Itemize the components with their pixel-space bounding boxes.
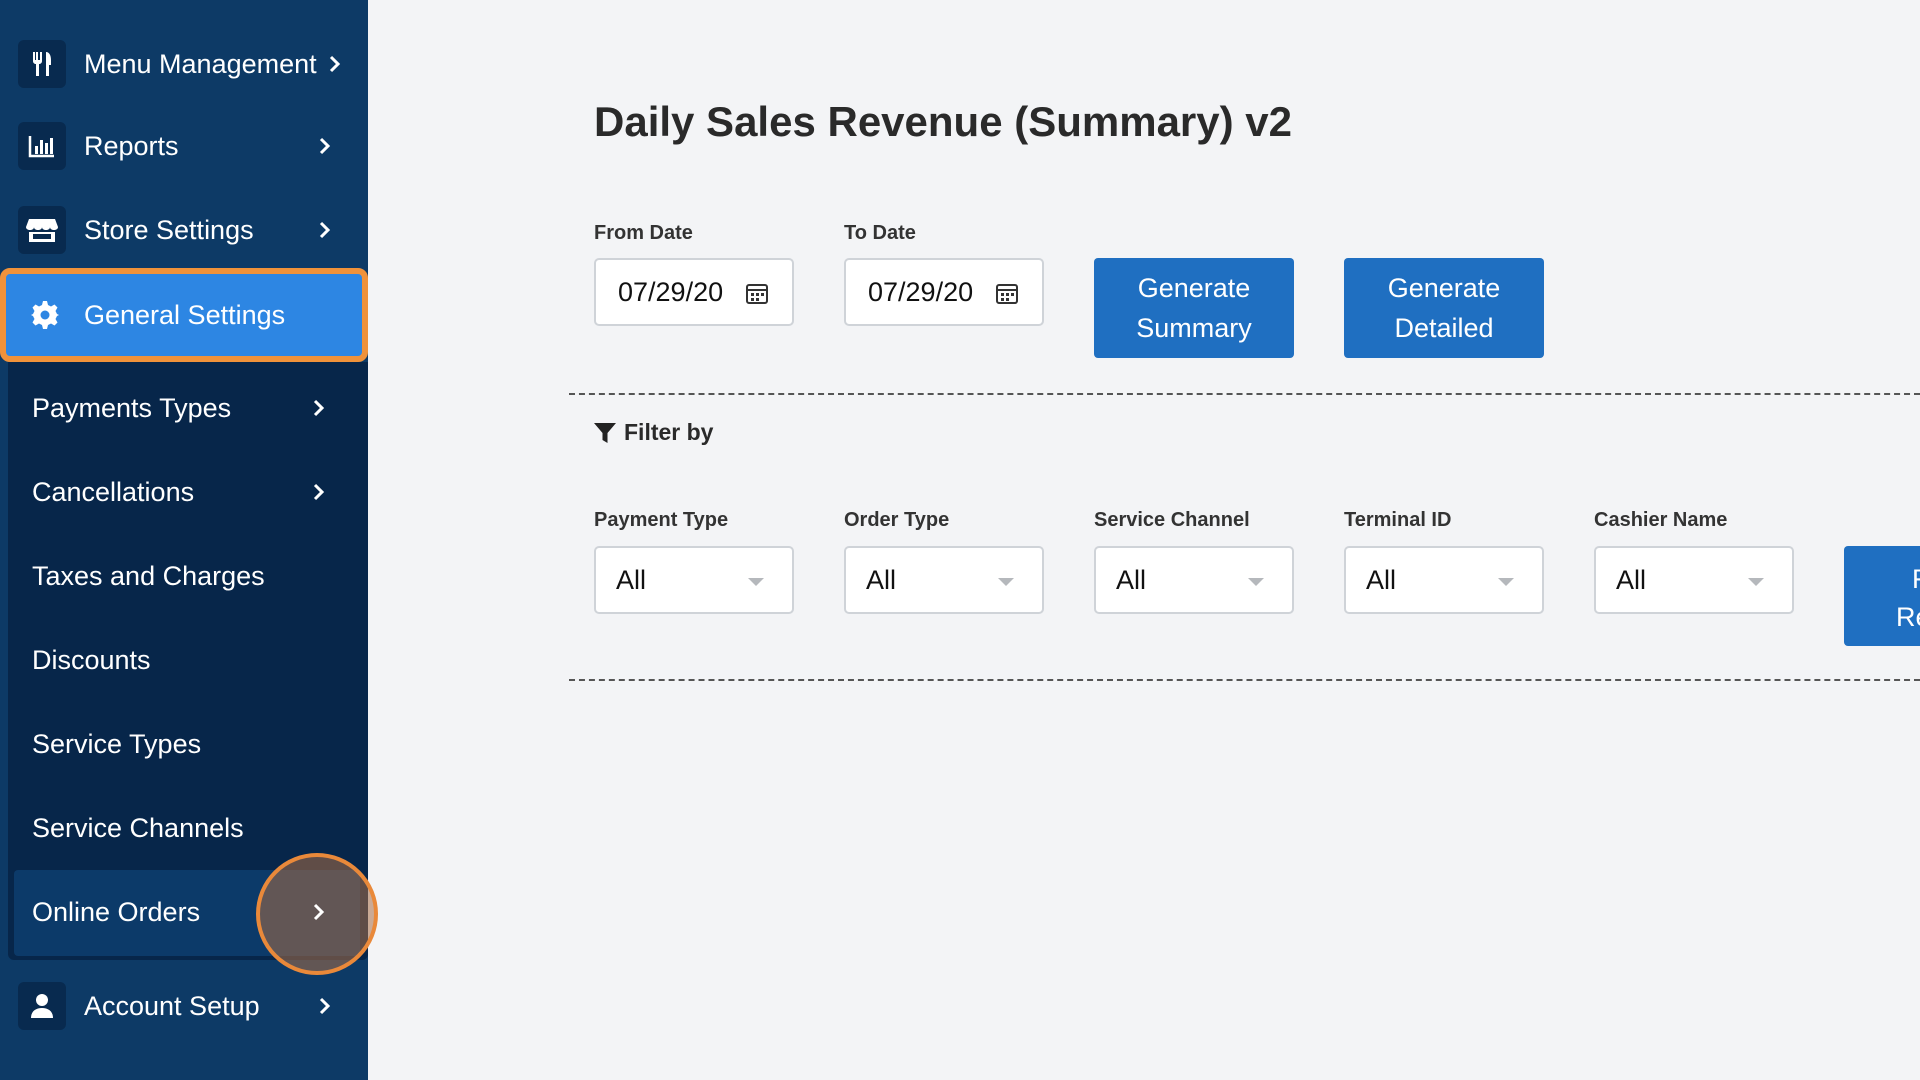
sidebar-subitem-discounts[interactable]: Discounts: [8, 618, 360, 702]
service-channel-value: All: [1116, 564, 1147, 595]
to-date-label: To Date: [844, 222, 916, 244]
bar-chart-icon: [18, 122, 66, 170]
apply-filter-button[interactable]: F Re: [1844, 546, 1920, 646]
generate-detailed-button[interactable]: Generate Detailed: [1344, 258, 1544, 358]
from-date-input[interactable]: 07/29/20: [594, 258, 794, 326]
service-channel-label: Service Channel: [1094, 509, 1250, 531]
cashier-name-value: All: [1616, 564, 1647, 595]
sidebar-subitem-label: Service Channels: [32, 812, 244, 843]
chevron-right-icon: [324, 53, 346, 75]
sidebar-item-account-setup[interactable]: Account Setup: [0, 964, 368, 1048]
chevron-right-icon: [314, 995, 336, 1017]
sidebar-subitem-label: Service Types: [32, 728, 202, 759]
sidebar-subitem-label: Payments Types: [32, 392, 232, 423]
apply-filter-button-line2: Re: [1896, 602, 1920, 632]
dropdown-caret-icon: [1498, 578, 1514, 586]
gear-icon: [30, 300, 60, 335]
service-channel-select[interactable]: All: [1094, 546, 1294, 614]
payment-type-label: Payment Type: [594, 509, 729, 531]
sidebar: Menu Management Reports Store Settings G…: [0, 0, 378, 1080]
to-date-input[interactable]: 07/29/20: [844, 258, 1044, 326]
to-date-value: 07/29/20: [868, 276, 974, 307]
sidebar-subitem-taxes-and-charges[interactable]: Taxes and Charges: [8, 534, 360, 618]
order-type-label: Order Type: [844, 509, 950, 531]
terminal-id-value: All: [1366, 564, 1397, 595]
cashier-name-label: Cashier Name: [1594, 509, 1728, 531]
sidebar-item-label: Menu Management: [84, 48, 317, 79]
filter-icon: [594, 422, 616, 443]
sidebar-item-reports[interactable]: Reports: [0, 104, 368, 188]
sidebar-subitem-service-types[interactable]: Service Types: [8, 702, 360, 786]
sidebar-subitem-label: Discounts: [32, 644, 151, 675]
payment-type-select[interactable]: All: [594, 546, 794, 614]
apply-filter-button-line1: F: [1912, 564, 1920, 595]
dropdown-caret-icon: [1748, 578, 1764, 586]
store-icon: [18, 206, 66, 254]
sidebar-subitem-cancellations[interactable]: Cancellations: [8, 450, 360, 534]
cashier-name-select[interactable]: All: [1594, 546, 1794, 614]
chevron-right-icon: [308, 397, 330, 419]
section-divider: [569, 679, 1920, 681]
from-date-label: From Date: [594, 222, 693, 244]
sidebar-item-label: Reports: [84, 130, 179, 161]
filter-heading: Filter by: [594, 419, 713, 446]
chevron-right-icon: [314, 135, 336, 157]
terminal-id-select[interactable]: All: [1344, 546, 1544, 614]
sidebar-subitem-label: Taxes and Charges: [32, 560, 265, 591]
chevron-right-icon: [308, 481, 330, 503]
dropdown-caret-icon: [748, 578, 764, 586]
calendar-icon[interactable]: [746, 282, 768, 304]
calendar-icon[interactable]: [996, 282, 1018, 304]
order-type-value: All: [866, 564, 897, 595]
sidebar-subitem-payments-types[interactable]: Payments Types: [8, 366, 360, 450]
chevron-right-icon[interactable]: [308, 901, 330, 923]
sidebar-subitem-online-orders[interactable]: Online Orders: [8, 870, 360, 954]
order-type-select[interactable]: All: [844, 546, 1044, 614]
sidebar-subitem-label: Cancellations: [32, 476, 195, 507]
payment-type-value: All: [616, 564, 647, 595]
sidebar-item-label: Account Setup: [84, 990, 260, 1021]
terminal-id-label: Terminal ID: [1344, 509, 1452, 531]
sidebar-subitem-label: Online Orders: [32, 896, 201, 927]
utensils-icon: [18, 40, 66, 88]
from-date-value: 07/29/20: [618, 276, 724, 307]
user-icon: [18, 982, 66, 1030]
sidebar-item-label: Store Settings: [84, 214, 254, 245]
section-divider: [569, 393, 1920, 395]
dropdown-caret-icon: [1248, 578, 1264, 586]
filter-heading-label: Filter by: [624, 419, 714, 445]
dropdown-caret-icon: [998, 578, 1014, 586]
sidebar-item-label: General Settings: [84, 300, 286, 330]
sidebar-item-store-settings[interactable]: Store Settings: [0, 188, 368, 272]
generate-summary-button[interactable]: Generate Summary: [1094, 258, 1294, 358]
chevron-right-icon: [314, 219, 336, 241]
sidebar-item-menu-management[interactable]: Menu Management: [0, 22, 368, 106]
sidebar-item-general-settings[interactable]: General Settings: [0, 268, 368, 362]
page-title: Daily Sales Revenue (Summary) v2: [594, 98, 1293, 145]
